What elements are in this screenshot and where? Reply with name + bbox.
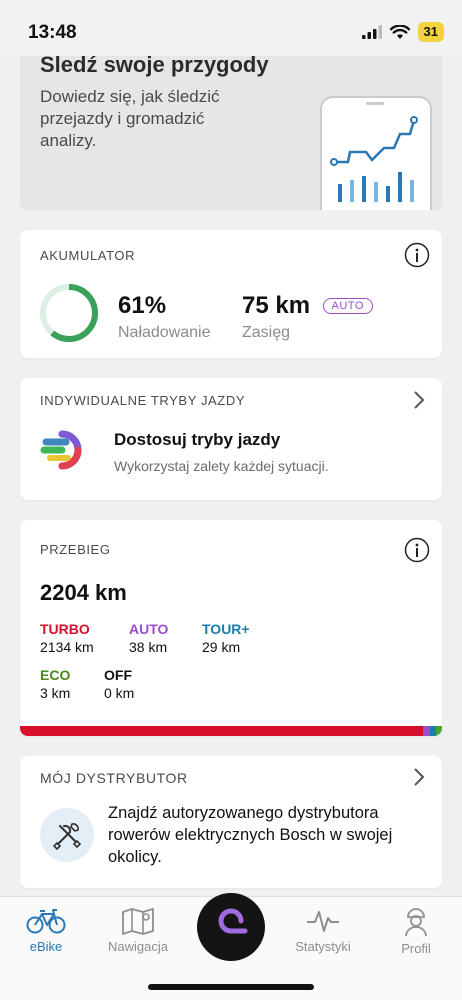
range-label: Zasięg bbox=[242, 324, 291, 341]
nav-label: Statystyki bbox=[295, 939, 351, 954]
mode-value: 0 km bbox=[104, 685, 135, 701]
nav-profile[interactable]: Profil bbox=[376, 907, 456, 956]
bike-icon bbox=[26, 909, 66, 934]
mode-eco: ECO 3 km bbox=[40, 667, 70, 701]
charge-label: Naładowanie bbox=[118, 324, 211, 341]
riding-modes-icon bbox=[40, 430, 82, 470]
range-mode-badge: AUTO bbox=[322, 297, 373, 314]
mileage-distribution-bar bbox=[20, 726, 442, 736]
bosch-ride-icon bbox=[218, 908, 248, 934]
mileage-section-label: PRZEBIEG bbox=[40, 542, 111, 557]
nav-ebike[interactable]: eBike bbox=[6, 907, 86, 954]
promo-title: Śledź swoje przygody bbox=[40, 56, 269, 77]
charge-block: 61% Naładowanie bbox=[118, 292, 211, 342]
profile-icon bbox=[405, 908, 427, 937]
home-indicator bbox=[148, 984, 314, 990]
nav-label: Profil bbox=[401, 941, 431, 956]
dealer-section-label: MÓJ DYSTRYBUTOR bbox=[40, 770, 188, 786]
mode-value: 29 km bbox=[202, 639, 241, 655]
riding-modes-title: Dostosuj tryby jazdy bbox=[114, 430, 281, 449]
battery-indicator: 31 bbox=[417, 22, 444, 42]
bar-segment-turbo bbox=[20, 726, 423, 736]
mode-name: ECO bbox=[40, 667, 71, 683]
mode-value: 38 km bbox=[129, 639, 168, 655]
riding-modes-section-label: INDYWIDUALNE TRYBY JAZDY bbox=[40, 393, 246, 408]
dealer-text: Znajdź autoryzowanego dystrybutora rower… bbox=[108, 804, 393, 866]
mode-off: OFF 0 km bbox=[104, 667, 134, 701]
bar-segment-auto bbox=[423, 726, 430, 736]
mileage-total: 2204 km bbox=[40, 580, 127, 605]
promo-card[interactable]: Śledź swoje przygody Dowiedz się, jak śl… bbox=[20, 56, 442, 210]
tools-icon-container bbox=[40, 808, 94, 862]
signal-icon bbox=[361, 25, 382, 39]
map-icon bbox=[122, 908, 154, 935]
nav-label: eBike bbox=[29, 939, 63, 954]
mode-name: OFF bbox=[104, 667, 132, 683]
info-icon[interactable] bbox=[404, 537, 430, 563]
battery-charge-ring bbox=[40, 284, 98, 342]
mode-turbo: TURBO 2134 km bbox=[40, 621, 94, 655]
bar-segment-eco bbox=[436, 726, 442, 736]
mode-name: TURBO bbox=[40, 621, 90, 637]
chevron-right-icon[interactable] bbox=[412, 767, 426, 787]
riding-modes-subtitle: Wykorzystaj zalety każdej sytuacji. bbox=[114, 458, 329, 474]
status-bar: 13:48 31 bbox=[0, 0, 462, 56]
mode-auto: AUTO 38 km bbox=[129, 621, 168, 655]
dealer-card[interactable]: MÓJ DYSTRYBUTOR Znajdź autoryzowanego dy… bbox=[20, 756, 442, 888]
phone-analytics-illustration bbox=[320, 96, 432, 210]
mode-value: 3 km bbox=[40, 685, 71, 701]
chevron-right-icon[interactable] bbox=[412, 390, 426, 410]
nav-navigation[interactable]: Nawigacja bbox=[98, 907, 178, 954]
mode-name: TOUR+ bbox=[202, 621, 250, 637]
riding-modes-text: Dostosuj tryby jazdy Wykorzystaj zalety … bbox=[114, 430, 329, 474]
status-time: 13:48 bbox=[28, 22, 77, 43]
wifi-icon bbox=[389, 24, 410, 39]
mode-tour-plus: TOUR+ 29 km bbox=[202, 621, 250, 655]
nav-label: Nawigacja bbox=[108, 939, 168, 954]
tools-icon bbox=[52, 823, 82, 851]
center-action-button[interactable] bbox=[197, 893, 265, 961]
charge-value: 61% bbox=[118, 292, 167, 319]
battery-section-label: AKUMULATOR bbox=[40, 248, 136, 263]
battery-card[interactable]: AKUMULATOR 61% Naładowanie 75 km AUTO Za… bbox=[20, 230, 442, 358]
info-icon[interactable] bbox=[404, 242, 430, 268]
activity-icon bbox=[307, 911, 339, 932]
mode-name: AUTO bbox=[129, 621, 169, 637]
nav-statistics[interactable]: Statystyki bbox=[283, 907, 363, 954]
status-icons: 31 bbox=[361, 22, 444, 42]
range-value: 75 km bbox=[242, 292, 311, 319]
mode-value: 2134 km bbox=[40, 639, 94, 655]
range-block: 75 km AUTO Zasięg bbox=[242, 292, 373, 342]
mileage-card[interactable]: PRZEBIEG 2204 km TURBO 2134 km AUTO 38 k… bbox=[20, 520, 442, 736]
riding-modes-card[interactable]: INDYWIDUALNE TRYBY JAZDY Dostosuj tryby … bbox=[20, 378, 442, 500]
promo-text: Dowiedz się, jak śledzić przejazdy i gro… bbox=[40, 87, 220, 150]
